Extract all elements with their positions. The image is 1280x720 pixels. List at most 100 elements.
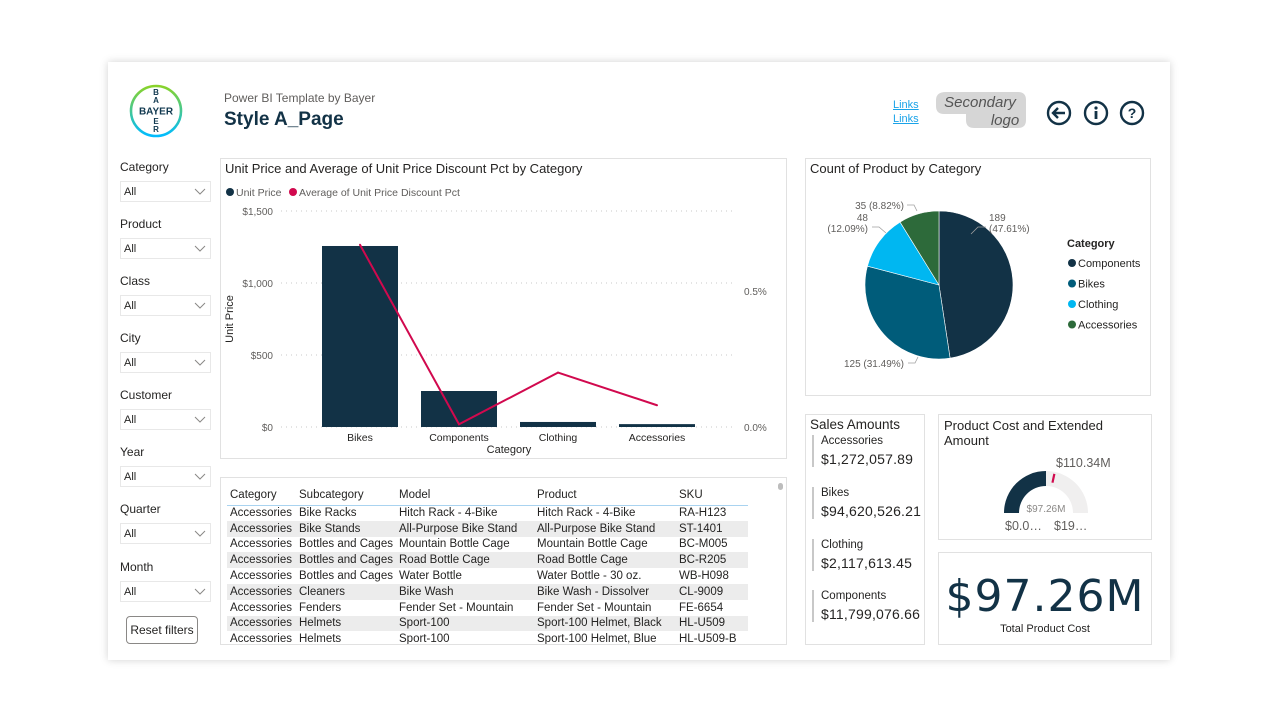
pie-data-label: 125 (31.49%)	[844, 359, 904, 370]
slicer-value: All	[124, 528, 137, 540]
y-tick-label: $0	[262, 423, 274, 434]
table-row[interactable]: Accessories Bottles and Cages Road Bottle …	[227, 552, 748, 569]
table-cell: Water Bottle - 30 oz.	[537, 570, 642, 583]
x-axis-title: Category	[487, 444, 532, 456]
column-header[interactable]: Product	[534, 481, 676, 506]
slicer-product-dropdown[interactable]: All	[120, 238, 211, 259]
slicer-label: Category	[120, 160, 169, 174]
table-cell: Bike Wash - Dissolver	[534, 583, 676, 600]
back-arrow-icon[interactable]	[1046, 100, 1072, 126]
table-cell: Accessories	[227, 615, 296, 632]
reset-filters-button[interactable]: Reset filters	[126, 616, 198, 644]
bayer-logo: BAYER B A E R	[129, 84, 183, 138]
gauge-visual: Product Cost and Extended Amount $110.34…	[938, 414, 1152, 540]
slicer-category-dropdown[interactable]: All	[120, 181, 211, 202]
column-header[interactable]: SKU	[676, 481, 748, 506]
pie-legend-marker	[1068, 300, 1076, 308]
table-row[interactable]: Accessories Bottles and Cages Water Bottle…	[227, 568, 748, 584]
bar-clothing[interactable]	[520, 421, 596, 427]
pie-legend-label[interactable]: Accessories	[1078, 320, 1138, 332]
x-tick-label: Bikes	[347, 432, 373, 444]
table-row[interactable]: Accessories Helmets Sport-100 Sport-100 Hel…	[227, 615, 748, 632]
discount-pct-point[interactable]	[359, 243, 361, 246]
table-row[interactable]: Accessories Cleaners Bike Wash Bike Wash - …	[227, 583, 748, 600]
table-row[interactable]: Accessories Bottles and Cages Mountain Bot…	[227, 537, 748, 553]
pie-legend-label[interactable]: Clothing	[1078, 299, 1118, 311]
table-cell: CL-9009	[676, 583, 748, 600]
slicer-month-dropdown[interactable]: All	[120, 581, 211, 602]
legend-label: Average of Unit Price Discount Pct	[299, 187, 460, 199]
gauge-value-label: $97.26M	[1027, 504, 1066, 515]
pie-leader-line	[908, 356, 919, 364]
slicer-year-dropdown[interactable]: All	[120, 466, 211, 487]
slicer-customer-dropdown[interactable]: All	[120, 409, 211, 430]
info-icon[interactable]	[1083, 100, 1109, 126]
discount-pct-point[interactable]	[557, 371, 559, 374]
help-icon[interactable]: ?	[1119, 100, 1145, 126]
slicer-class-dropdown[interactable]: All	[120, 295, 211, 316]
table-row[interactable]: Accessories Fenders Fender Set - Mountain F…	[227, 600, 748, 616]
column-header[interactable]: Subcategory	[296, 481, 396, 506]
table-cell: Bike Racks	[299, 507, 357, 520]
table-row[interactable]: Accessories Bike Racks Hitch Rack - 4-Bike…	[227, 505, 748, 521]
gauge-max-label: $19…	[1054, 519, 1087, 533]
table-cell: Bottles and Cages	[299, 570, 393, 583]
table-cell: Accessories	[230, 507, 292, 520]
table-cell: Accessories	[230, 633, 292, 645]
table-scrollbar[interactable]	[778, 483, 783, 490]
slicer-quarter-dropdown[interactable]: All	[120, 523, 211, 544]
report-subtitle: Power BI Template by Bayer	[224, 91, 376, 105]
table-cell: Helmets	[296, 615, 396, 632]
table-row[interactable]: Accessories Helmets Sport-100 Sport-100 Hel…	[227, 631, 748, 645]
sales-category: Components	[821, 590, 887, 602]
link-2[interactable]: Links	[893, 112, 919, 126]
pie-leader-line	[907, 204, 918, 212]
x-tick-label: Accessories	[629, 432, 686, 444]
pie-data-label: 189	[989, 213, 1006, 224]
discount-pct-point[interactable]	[656, 404, 658, 407]
table-header-row: Category Subcategory Model Product SKU	[227, 481, 748, 506]
x-tick-label: Components	[429, 432, 489, 444]
table-cell: Fender Set - Mountain	[537, 601, 652, 614]
pie-legend-marker	[1068, 259, 1076, 267]
table-cell: All-Purpose Bike Stand	[396, 520, 534, 537]
sales-category: Clothing	[821, 539, 864, 551]
column-header[interactable]: Model	[396, 481, 534, 506]
sales-amount-item: Accessories $1,272,057.89	[812, 435, 913, 467]
bar-components[interactable]	[421, 391, 497, 427]
table-cell: Accessories	[230, 570, 292, 583]
discount-pct-line[interactable]	[359, 244, 658, 426]
table-cell: Bottles and Cages	[299, 538, 393, 551]
column-header[interactable]: Category	[227, 481, 296, 506]
slicer-label: Class	[120, 274, 151, 288]
pie-legend-label[interactable]: Bikes	[1078, 279, 1105, 291]
bar-bikes[interactable]	[322, 245, 398, 427]
legend-marker-unit-price	[226, 188, 234, 196]
table-cell: HL-U509-B	[679, 633, 737, 645]
svg-text:R: R	[153, 125, 159, 134]
discount-pct-point[interactable]	[458, 423, 460, 426]
table-cell: Bike Wash	[396, 583, 534, 600]
links-group: Links Links	[893, 98, 919, 126]
table-cell: Accessories	[230, 601, 292, 614]
slicer-label: Month	[120, 560, 154, 574]
chevron-down-icon	[194, 245, 206, 252]
kpi-card: $97.26M Total Product Cost	[938, 552, 1152, 645]
table-cell: Hitch Rack - 4-Bike	[537, 507, 636, 520]
sales-amount: $1,272,057.89	[821, 451, 914, 467]
table-cell: All-Purpose Bike Stand	[534, 520, 676, 537]
pie-legend-title: Category	[1067, 238, 1116, 250]
kpi-label: Total Product Cost	[1000, 623, 1090, 635]
table-cell: Accessories	[227, 552, 296, 569]
report-canvas: BAYER B A E R Power BI Template by Bayer…	[108, 62, 1170, 660]
slicer-city-dropdown[interactable]: All	[120, 352, 211, 373]
y-tick-label: $1,000	[242, 279, 273, 290]
bar-accessories[interactable]	[619, 424, 695, 427]
pie-legend-label[interactable]: Components	[1078, 258, 1141, 270]
link-1[interactable]: Links	[893, 98, 919, 112]
svg-text:logo: logo	[991, 112, 1019, 129]
sales-amount: $2,117,613.45	[821, 555, 913, 571]
table-cell: Fender Set - Mountain	[399, 601, 514, 614]
table-row[interactable]: Accessories Bike Stands All-Purpose Bike S…	[227, 520, 748, 537]
table-cell: Bottles and Cages	[296, 552, 396, 569]
